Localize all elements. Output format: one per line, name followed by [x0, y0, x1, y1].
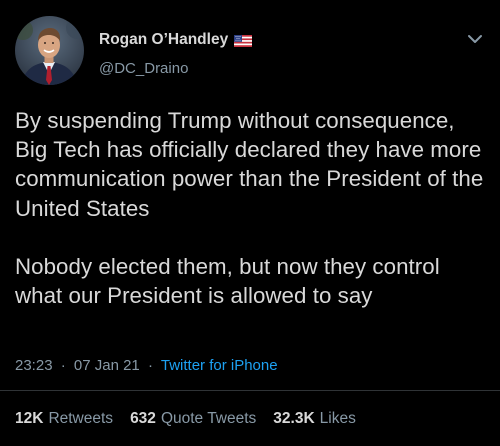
retweets-stat[interactable]: 12K Retweets	[15, 410, 113, 428]
display-name[interactable]: Rogan O’Handley	[99, 31, 228, 49]
tweet-time[interactable]: 23:23	[15, 357, 53, 374]
us-flag-icon	[234, 34, 253, 47]
retweets-count: 12K	[15, 410, 44, 427]
quote-tweets-stat[interactable]: 632 Quote Tweets	[130, 410, 256, 428]
chevron-down-icon[interactable]	[466, 32, 484, 44]
author-block: Rogan O’Handley @DC_Draino	[99, 30, 253, 77]
likes-stat[interactable]: 32.3K Likes	[273, 410, 356, 428]
avatar[interactable]	[15, 16, 84, 85]
meta-separator: ·	[60, 357, 66, 374]
tweet-paragraph: By suspending Trump without consequence,…	[15, 108, 484, 221]
tweet-text: By suspending Trump without consequence,…	[15, 106, 485, 310]
tweet-paragraph: Nobody elected them, but now they contro…	[15, 254, 440, 309]
meta-separator: ·	[147, 357, 153, 374]
tweet-date[interactable]: 07 Jan 21	[74, 357, 140, 374]
likes-label: Likes	[319, 410, 356, 427]
retweets-label: Retweets	[48, 410, 114, 427]
name-row: Rogan O’Handley	[99, 30, 253, 50]
tweet-source[interactable]: Twitter for iPhone	[161, 357, 278, 374]
tweet-meta: 23:23 · 07 Jan 21 · Twitter for iPhone	[15, 357, 278, 374]
divider	[0, 390, 500, 391]
engagement-stats: 12K Retweets 632 Quote Tweets 32.3K Like…	[15, 410, 373, 428]
handle[interactable]: @DC_Draino	[99, 60, 252, 77]
quote-tweets-label: Quote Tweets	[160, 410, 257, 427]
tweet-card: Rogan O’Handley @DC_Draino By suspending…	[0, 0, 500, 446]
likes-count: 32.3K	[273, 410, 315, 427]
avatar-photo	[15, 16, 84, 85]
quote-tweets-count: 632	[130, 410, 156, 427]
